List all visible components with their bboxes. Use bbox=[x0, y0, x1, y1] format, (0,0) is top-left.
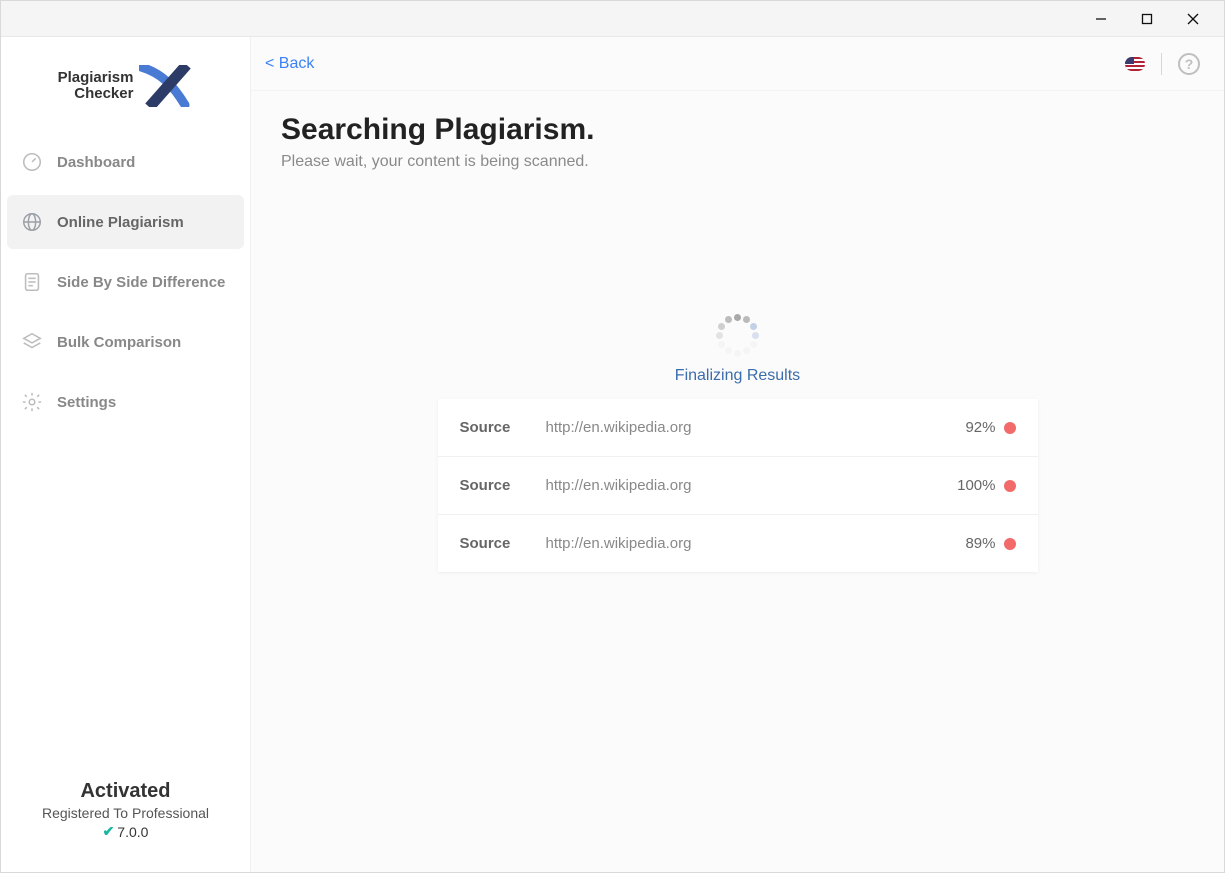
sidebar-item-label: Dashboard bbox=[57, 154, 135, 171]
sidebar-item-settings[interactable]: Settings bbox=[7, 375, 244, 429]
source-pct: 100% bbox=[957, 477, 995, 494]
logo-line1: Plagiarism bbox=[58, 70, 134, 87]
close-button[interactable] bbox=[1170, 4, 1216, 34]
source-url: http://en.wikipedia.org bbox=[546, 477, 958, 494]
main-content: < Back ? Searching Plagiarism. Please wa bbox=[251, 37, 1224, 872]
maximize-button[interactable] bbox=[1124, 4, 1170, 34]
source-label: Source bbox=[460, 535, 546, 552]
scan-status: Finalizing Results bbox=[675, 367, 800, 385]
version-text: 7.0.0 bbox=[117, 824, 148, 840]
status-dot bbox=[1004, 538, 1016, 550]
result-row: Source http://en.wikipedia.org 89% bbox=[438, 515, 1038, 572]
license-status: Activated bbox=[11, 780, 240, 803]
page-header: Searching Plagiarism. Please wait, your … bbox=[251, 91, 1224, 171]
minimize-button[interactable] bbox=[1078, 4, 1124, 34]
logo-line2: Checker bbox=[58, 86, 134, 103]
layers-icon bbox=[21, 331, 43, 353]
results-list: Source http://en.wikipedia.org 92% Sourc… bbox=[438, 399, 1038, 572]
back-link[interactable]: < Back bbox=[265, 55, 314, 73]
page-subtitle: Please wait, your content is being scann… bbox=[281, 153, 1194, 171]
sidebar-item-side-by-side[interactable]: Side By Side Difference bbox=[7, 255, 244, 309]
titlebar bbox=[1, 1, 1224, 37]
page-title: Searching Plagiarism. bbox=[281, 113, 1194, 147]
check-icon: ✔ bbox=[103, 823, 115, 840]
sidebar-item-label: Online Plagiarism bbox=[57, 214, 184, 231]
source-label: Source bbox=[460, 477, 546, 494]
divider bbox=[1161, 53, 1162, 75]
sidebar-footer: Activated Registered To Professional ✔ 7… bbox=[1, 764, 250, 872]
gauge-icon bbox=[21, 151, 43, 173]
status-dot bbox=[1004, 480, 1016, 492]
sidebar: Plagiarism Checker Dashboard Online Plag… bbox=[1, 37, 251, 872]
source-url: http://en.wikipedia.org bbox=[546, 419, 966, 436]
sidebar-item-online-plagiarism[interactable]: Online Plagiarism bbox=[7, 195, 244, 249]
sidebar-item-label: Bulk Comparison bbox=[57, 334, 181, 351]
help-icon[interactable]: ? bbox=[1178, 53, 1200, 75]
language-flag-us[interactable] bbox=[1125, 57, 1145, 71]
result-row: Source http://en.wikipedia.org 92% bbox=[438, 399, 1038, 457]
maximize-icon bbox=[1141, 13, 1153, 25]
result-row: Source http://en.wikipedia.org 100% bbox=[438, 457, 1038, 515]
source-url: http://en.wikipedia.org bbox=[546, 535, 966, 552]
logo-text: Plagiarism Checker bbox=[58, 70, 134, 103]
spinner-icon bbox=[714, 311, 762, 359]
license-subtitle: Registered To Professional bbox=[11, 805, 240, 821]
gear-icon bbox=[21, 391, 43, 413]
document-icon bbox=[21, 271, 43, 293]
source-label: Source bbox=[460, 419, 546, 436]
topbar-right: ? bbox=[1125, 53, 1200, 75]
scan-area: Finalizing Results Source http://en.wiki… bbox=[251, 171, 1224, 872]
source-pct: 92% bbox=[965, 419, 995, 436]
status-dot bbox=[1004, 422, 1016, 434]
sidebar-item-label: Settings bbox=[57, 394, 116, 411]
sidebar-item-label: Side By Side Difference bbox=[57, 274, 225, 291]
app-logo: Plagiarism Checker bbox=[1, 55, 250, 135]
close-icon bbox=[1187, 13, 1199, 25]
sidebar-nav: Dashboard Online Plagiarism Side By Side… bbox=[1, 135, 250, 435]
version: ✔ 7.0.0 bbox=[11, 823, 240, 840]
globe-icon bbox=[21, 211, 43, 233]
logo-x-icon bbox=[139, 65, 193, 107]
source-pct: 89% bbox=[965, 535, 995, 552]
sidebar-item-bulk[interactable]: Bulk Comparison bbox=[7, 315, 244, 369]
topbar: < Back ? bbox=[251, 37, 1224, 91]
sidebar-item-dashboard[interactable]: Dashboard bbox=[7, 135, 244, 189]
minimize-icon bbox=[1095, 13, 1107, 25]
